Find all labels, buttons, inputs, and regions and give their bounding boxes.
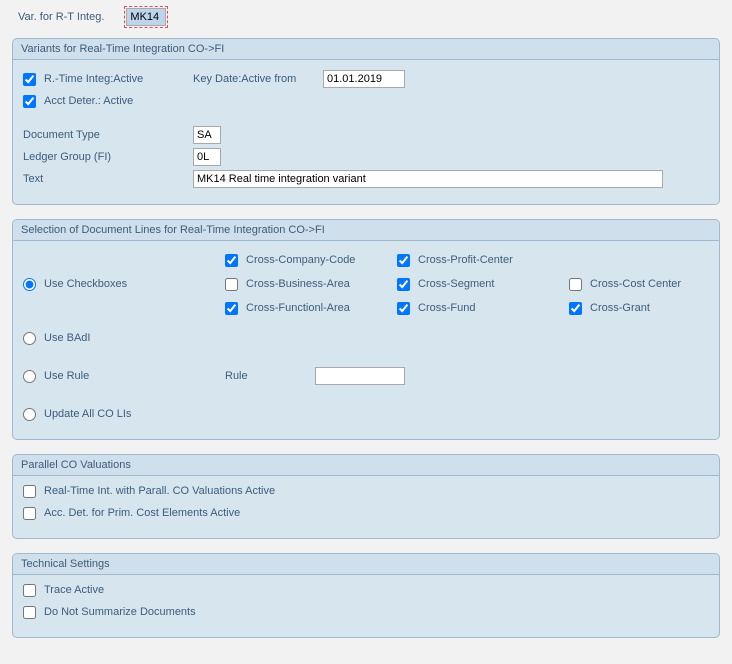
use-rule-radio[interactable] [23, 370, 36, 383]
use-rule-label: Use Rule [44, 370, 89, 382]
ledger-group-input[interactable] [193, 148, 221, 166]
use-badi-radio[interactable] [23, 332, 36, 345]
acc-det-label: Acc. Det. for Prim. Cost Elements Active [44, 507, 240, 519]
cross-segment-checkbox[interactable] [397, 278, 410, 291]
use-badi-wrap[interactable]: Use BAdI [23, 327, 732, 349]
cross-company-checkbox[interactable] [225, 254, 238, 267]
use-badi-label: Use BAdI [44, 332, 90, 344]
rt-active-check-wrap[interactable]: R.-Time Integ:Active [23, 68, 193, 90]
cross-profit-checkbox[interactable] [397, 254, 410, 267]
text-input[interactable] [193, 170, 663, 188]
update-all-label: Update All CO LIs [44, 408, 131, 420]
rt-active-checkbox[interactable] [23, 73, 36, 86]
no-summarize-wrap[interactable]: Do Not Summarize Documents [23, 601, 709, 623]
acc-det-checkbox[interactable] [23, 507, 36, 520]
key-date-label: Key Date:Active from [193, 73, 323, 85]
group-technical-title: Technical Settings [13, 554, 719, 575]
var-input[interactable] [126, 8, 166, 26]
doc-type-label: Document Type [23, 129, 193, 141]
acc-det-wrap[interactable]: Acc. Det. for Prim. Cost Elements Active [23, 502, 709, 524]
cross-business-wrap[interactable]: Cross-Business-Area [225, 273, 395, 295]
trace-active-label: Trace Active [44, 584, 104, 596]
cross-fund-wrap[interactable]: Cross-Fund [397, 297, 567, 319]
cross-cost-checkbox[interactable] [569, 278, 582, 291]
group-parallel-title: Parallel CO Valuations [13, 455, 719, 476]
trace-active-wrap[interactable]: Trace Active [23, 579, 709, 601]
key-date-input[interactable] [323, 70, 405, 88]
update-all-wrap[interactable]: Update All CO LIs [23, 403, 732, 425]
cross-segment-wrap[interactable]: Cross-Segment [397, 273, 567, 295]
cross-fund-label: Cross-Fund [418, 302, 475, 314]
cross-functional-wrap[interactable]: Cross-Functionl-Area [225, 297, 395, 319]
cross-business-label: Cross-Business-Area [246, 278, 350, 290]
acct-deter-checkbox[interactable] [23, 95, 36, 108]
use-checkboxes-label: Use Checkboxes [44, 278, 127, 290]
cross-profit-label: Cross-Profit-Center [418, 254, 513, 266]
group-selection: Selection of Document Lines for Real-Tim… [12, 219, 720, 440]
acct-deter-label: Acct Deter.: Active [44, 95, 133, 107]
cross-segment-label: Cross-Segment [418, 278, 494, 290]
cross-fund-checkbox[interactable] [397, 302, 410, 315]
cross-grant-wrap[interactable]: Cross-Grant [569, 297, 732, 319]
cross-profit-wrap[interactable]: Cross-Profit-Center [397, 249, 567, 271]
update-all-radio[interactable] [23, 408, 36, 421]
cross-business-checkbox[interactable] [225, 278, 238, 291]
cross-grant-label: Cross-Grant [590, 302, 650, 314]
group-parallel: Parallel CO Valuations Real-Time Int. wi… [12, 454, 720, 539]
text-label: Text [23, 173, 193, 185]
group-technical: Technical Settings Trace Active Do Not S… [12, 553, 720, 638]
group-variants: Variants for Real-Time Integration CO->F… [12, 38, 720, 205]
rt-parallel-wrap[interactable]: Real-Time Int. with Parall. CO Valuation… [23, 480, 709, 502]
cross-company-wrap[interactable]: Cross-Company-Code [225, 249, 395, 271]
var-input-highlight [124, 6, 168, 28]
use-checkboxes-wrap[interactable]: Use Checkboxes [23, 273, 223, 295]
rule-input[interactable] [315, 367, 405, 385]
doc-type-input[interactable] [193, 126, 221, 144]
group-selection-title: Selection of Document Lines for Real-Tim… [13, 220, 719, 241]
ledger-group-label: Ledger Group (FI) [23, 151, 193, 163]
cross-cost-wrap[interactable]: Cross-Cost Center [569, 273, 732, 295]
acct-deter-check-wrap[interactable]: Acct Deter.: Active [23, 90, 133, 112]
rule-label: Rule [225, 370, 315, 382]
cross-functional-checkbox[interactable] [225, 302, 238, 315]
no-summarize-label: Do Not Summarize Documents [44, 606, 196, 618]
rt-parallel-label: Real-Time Int. with Parall. CO Valuation… [44, 485, 275, 497]
use-rule-wrap[interactable]: Use Rule [23, 365, 223, 387]
use-checkboxes-radio[interactable] [23, 278, 36, 291]
header-row: Var. for R-T Integ. [12, 4, 720, 38]
trace-active-checkbox[interactable] [23, 584, 36, 597]
cross-grant-checkbox[interactable] [569, 302, 582, 315]
group-variants-title: Variants for Real-Time Integration CO->F… [13, 39, 719, 60]
cross-company-label: Cross-Company-Code [246, 254, 355, 266]
var-label: Var. for R-T Integ. [18, 11, 104, 23]
rt-parallel-checkbox[interactable] [23, 485, 36, 498]
cross-functional-label: Cross-Functionl-Area [246, 302, 350, 314]
rt-active-label: R.-Time Integ:Active [44, 73, 143, 85]
cross-cost-label: Cross-Cost Center [590, 278, 681, 290]
no-summarize-checkbox[interactable] [23, 606, 36, 619]
